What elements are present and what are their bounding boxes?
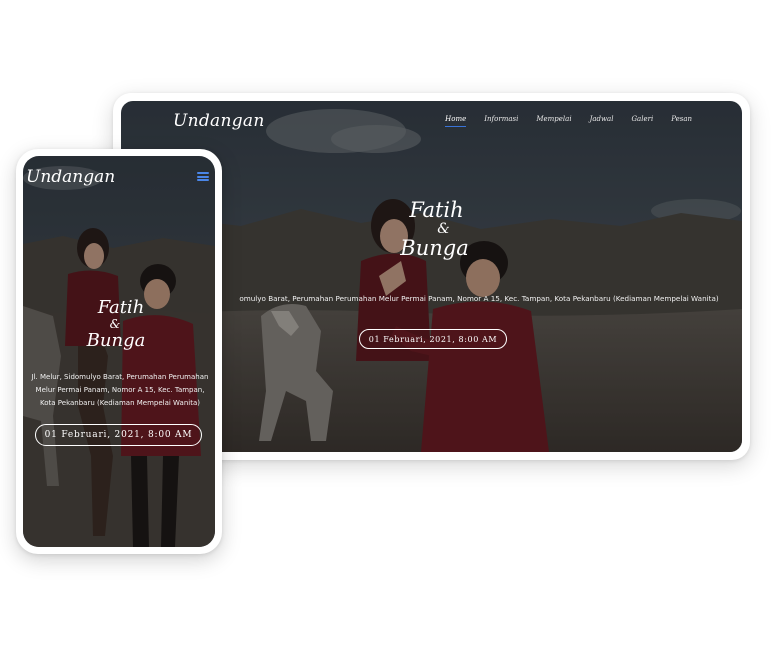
event-address: omulyo Barat, Perumahan Perumahan Melur … bbox=[239, 294, 719, 303]
nav-jadwal[interactable]: Jadwal bbox=[590, 115, 614, 126]
ampersand: & bbox=[437, 221, 450, 237]
mobile-screen: Undangan Fatih & Bunga Jl. Melur, Sidomu… bbox=[23, 156, 215, 547]
nav-mempelai[interactable]: Mempelai bbox=[536, 115, 571, 126]
bride-name: Bunga bbox=[86, 330, 146, 351]
nav-informasi[interactable]: Informasi bbox=[484, 115, 518, 126]
hero-background-image bbox=[23, 156, 215, 547]
site-brand[interactable]: Undangan bbox=[173, 111, 265, 131]
nav-pesan[interactable]: Pesan bbox=[671, 115, 692, 126]
ampersand: & bbox=[109, 317, 121, 331]
main-nav: Home Informasi Mempelai Jadwal Galeri Pe… bbox=[445, 115, 692, 127]
event-address: Jl. Melur, Sidomulyo Barat, Perumahan Pe… bbox=[31, 373, 209, 407]
mobile-mockup: Undangan Fatih & Bunga Jl. Melur, Sidomu… bbox=[16, 149, 222, 554]
event-date-button[interactable]: 01 Februari, 2021, 8:00 AM bbox=[359, 329, 507, 349]
event-date-button[interactable]: 01 Februari, 2021, 8:00 AM bbox=[35, 424, 202, 446]
nav-galeri[interactable]: Galeri bbox=[631, 115, 653, 126]
nav-home[interactable]: Home bbox=[445, 115, 467, 127]
groom-name: Fatih bbox=[97, 297, 145, 318]
hamburger-menu-icon[interactable] bbox=[197, 172, 209, 181]
groom-name: Fatih bbox=[409, 198, 464, 222]
site-brand[interactable]: Undangan bbox=[26, 167, 115, 187]
couple-names: Fatih & Bunga bbox=[23, 298, 215, 350]
